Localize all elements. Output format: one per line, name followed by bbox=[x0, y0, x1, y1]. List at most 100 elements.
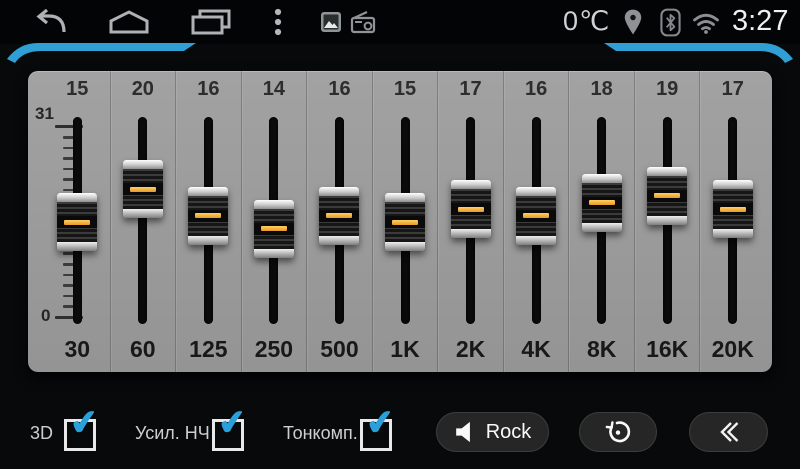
eq-slider-thumb[interactable] bbox=[254, 200, 294, 258]
thumb-top-cap bbox=[57, 193, 97, 202]
eq-band-freq: 4K bbox=[504, 336, 569, 363]
wifi-icon bbox=[692, 12, 720, 34]
eq-band-freq: 125 bbox=[176, 336, 241, 363]
thumb-top-cap bbox=[319, 187, 359, 196]
eq-slider-track[interactable] bbox=[138, 117, 147, 324]
reset-icon bbox=[605, 419, 631, 445]
eq-band-column: 19 16K bbox=[634, 71, 700, 372]
eq-slider-thumb[interactable] bbox=[516, 187, 556, 245]
eq-slider-thumb[interactable] bbox=[647, 167, 687, 225]
clock: 3:27 bbox=[732, 5, 788, 38]
eq-slider-thumb[interactable] bbox=[713, 180, 753, 238]
thumb-bottom-cap bbox=[451, 229, 491, 238]
thumb-bottom-cap bbox=[254, 249, 294, 258]
thumb-top-cap bbox=[582, 174, 622, 183]
preset-button[interactable]: Rock bbox=[436, 412, 549, 452]
eq-band-value: 16 bbox=[504, 78, 569, 101]
overflow-menu-icon[interactable] bbox=[272, 8, 284, 38]
back-icon[interactable] bbox=[28, 9, 68, 36]
home-icon[interactable] bbox=[108, 10, 150, 34]
eq-band-value: 19 bbox=[635, 78, 700, 101]
thumb-ribs bbox=[57, 202, 97, 242]
thumb-top-cap bbox=[385, 193, 425, 202]
thumb-bottom-cap bbox=[123, 209, 163, 218]
eq-band-column: 18 8K bbox=[568, 71, 634, 372]
thumb-bottom-cap bbox=[647, 216, 687, 225]
thumb-ribs bbox=[254, 209, 294, 249]
thumb-orange-line bbox=[261, 226, 287, 231]
eq-slider-thumb[interactable] bbox=[582, 174, 622, 232]
gallery-icon[interactable] bbox=[320, 11, 342, 33]
eq-band-freq: 8K bbox=[569, 336, 634, 363]
thumb-ribs bbox=[123, 169, 163, 209]
reset-button[interactable] bbox=[579, 412, 657, 452]
eq-slider-thumb[interactable] bbox=[385, 193, 425, 251]
thumb-bottom-cap bbox=[516, 236, 556, 245]
eq-band-column: 20 60 bbox=[110, 71, 176, 372]
thumb-orange-line bbox=[326, 213, 352, 218]
thumb-top-cap bbox=[713, 180, 753, 189]
eq-slider-thumb[interactable] bbox=[451, 180, 491, 238]
eq-band-value: 15 bbox=[45, 78, 110, 101]
eq-band-value: 20 bbox=[111, 78, 176, 101]
thumb-top-cap bbox=[647, 167, 687, 176]
eq-band-value: 14 bbox=[242, 78, 307, 101]
eq-band-freq: 1K bbox=[373, 336, 438, 363]
eq-band-value: 17 bbox=[438, 78, 503, 101]
preset-label: Rock bbox=[486, 421, 532, 444]
eq-band-value: 16 bbox=[176, 78, 241, 101]
checkbox-label-loudness: Тонкомп. bbox=[283, 423, 358, 444]
thumb-bottom-cap bbox=[57, 242, 97, 251]
eq-band-column: 15 30 bbox=[45, 71, 110, 372]
bluetooth-icon bbox=[660, 8, 681, 37]
thumb-ribs bbox=[516, 196, 556, 236]
thumb-ribs bbox=[647, 176, 687, 216]
checkmark-icon: ✔ bbox=[364, 405, 396, 442]
radio-icon[interactable] bbox=[350, 9, 376, 35]
double-chevron-left-icon bbox=[716, 420, 742, 444]
thumb-ribs bbox=[319, 196, 359, 236]
status-bar: 0℃ 3:27 bbox=[0, 0, 800, 44]
temperature-readout: 0℃ bbox=[563, 6, 610, 37]
eq-band-column: 16 4K bbox=[503, 71, 569, 372]
thumb-bottom-cap bbox=[713, 229, 753, 238]
accent-swoosh bbox=[0, 41, 800, 67]
thumb-top-cap bbox=[123, 160, 163, 169]
thumb-orange-line bbox=[458, 207, 484, 212]
thumb-orange-line bbox=[392, 220, 418, 225]
location-icon bbox=[622, 8, 644, 37]
eq-bands: 15 30 20 60 16 bbox=[45, 71, 765, 372]
speaker-icon bbox=[454, 421, 473, 443]
thumb-ribs bbox=[451, 189, 491, 229]
eq-band-column: 17 2K bbox=[437, 71, 503, 372]
checkbox-3d[interactable]: ✔ bbox=[64, 419, 96, 451]
thumb-bottom-cap bbox=[188, 236, 228, 245]
eq-slider-thumb[interactable] bbox=[319, 187, 359, 245]
checkbox-label-3d: 3D bbox=[30, 423, 53, 444]
thumb-ribs bbox=[582, 183, 622, 223]
checkbox-loudness[interactable]: ✔ bbox=[360, 419, 392, 451]
collapse-button[interactable] bbox=[689, 412, 768, 452]
thumb-top-cap bbox=[516, 187, 556, 196]
checkmark-icon: ✔ bbox=[216, 405, 248, 442]
eq-band-freq: 500 bbox=[307, 336, 372, 363]
checkbox-label-bass-boost: Усил. НЧ bbox=[135, 423, 210, 444]
eq-band-freq: 30 bbox=[45, 336, 110, 363]
thumb-top-cap bbox=[254, 200, 294, 209]
equalizer-screen: 0℃ 3:27 31 0 15 bbox=[0, 0, 800, 469]
eq-slider-thumb[interactable] bbox=[57, 193, 97, 251]
thumb-bottom-cap bbox=[582, 223, 622, 232]
eq-band-column: 15 1K bbox=[372, 71, 438, 372]
eq-slider-thumb[interactable] bbox=[188, 187, 228, 245]
checkbox-bass-boost[interactable]: ✔ bbox=[212, 419, 244, 451]
thumb-orange-line bbox=[720, 207, 746, 212]
equalizer-panel: 31 0 15 30 20 60 16 bbox=[28, 71, 772, 372]
eq-band-freq: 60 bbox=[111, 336, 176, 363]
eq-band-value: 15 bbox=[373, 78, 438, 101]
thumb-top-cap bbox=[188, 187, 228, 196]
thumb-ribs bbox=[188, 196, 228, 236]
eq-band-freq: 250 bbox=[242, 336, 307, 363]
thumb-top-cap bbox=[451, 180, 491, 189]
recents-icon[interactable] bbox=[190, 9, 232, 35]
eq-slider-thumb[interactable] bbox=[123, 160, 163, 218]
